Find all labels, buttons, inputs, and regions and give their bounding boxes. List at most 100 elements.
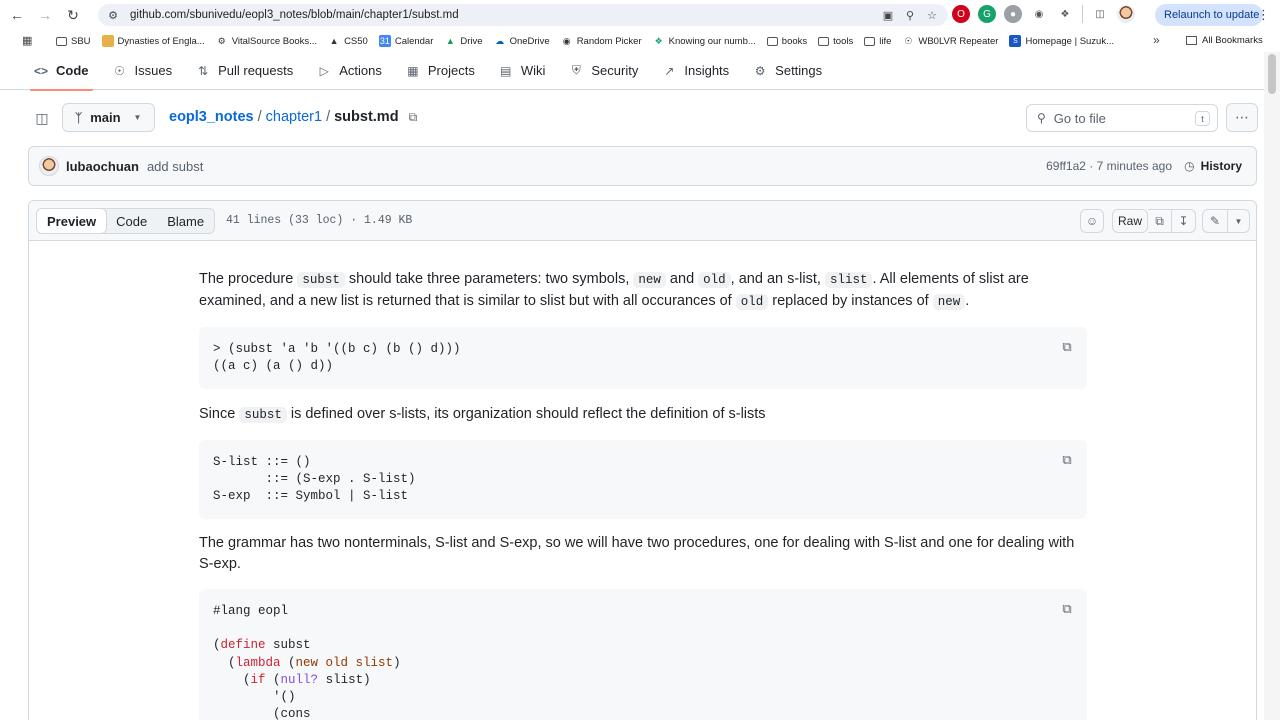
copy-code-icon[interactable]: ⧉ <box>1059 339 1075 355</box>
bookmark-knowing-numbers[interactable]: ❖ Knowing our numb... <box>653 35 756 47</box>
all-bookmarks[interactable]: All Bookmarks <box>1186 35 1263 46</box>
search-icon: ⚲ <box>1037 111 1046 125</box>
bookmark-dynasties[interactable]: Dynasties of Engla... <box>101 35 205 47</box>
tab-projects[interactable]: ▦ Projects <box>406 52 475 90</box>
tab-code[interactable]: <> Code <box>30 52 92 91</box>
inline-code: slist <box>824 272 873 288</box>
tab-code-view[interactable]: Code <box>106 209 157 233</box>
breadcrumb-file: subst.md <box>334 109 399 125</box>
download-icon[interactable]: ↧ <box>1172 209 1196 233</box>
code-icon: <> <box>34 63 49 78</box>
commit-message[interactable]: add subst <box>147 159 203 174</box>
graph-icon: ↗ <box>664 63 675 78</box>
url-text: github.com/sbunivedu/eopl3_notes/blob/ma… <box>130 9 459 21</box>
tab-security[interactable]: ⛨ Security <box>569 52 638 90</box>
camera-extension-icon[interactable]: ◉ <box>1030 5 1048 23</box>
issue-icon: ☉ <box>114 63 125 78</box>
site-info-icon[interactable]: ⚙ <box>106 8 120 22</box>
breadcrumb: eopl3_notes / chapter1 / subst.md ⧉ <box>169 109 417 125</box>
go-to-file-input[interactable]: ⚲ Go to file t <box>1026 104 1218 132</box>
bookmark-onedrive[interactable]: ☁ OneDrive <box>494 35 550 47</box>
view-mode-toggle: Preview Code Blame <box>36 208 216 234</box>
reload-icon[interactable]: ↻ <box>62 4 84 26</box>
copy-raw-icon[interactable]: ⧉ <box>1148 209 1172 233</box>
copilot-button[interactable]: ☺ <box>1080 209 1104 233</box>
onedrive-icon: ☁ <box>495 35 505 46</box>
relaunch-button[interactable]: Relaunch to update <box>1155 4 1263 26</box>
profile-avatar[interactable] <box>1117 5 1135 23</box>
bookmark-star-icon[interactable]: ☆ <box>924 7 940 23</box>
latest-commit: lubaochuan add subst 69ff1a2 · 7 minutes… <box>28 146 1257 186</box>
extension-icon[interactable]: ● <box>1004 5 1022 23</box>
tab-wiki[interactable]: ▤ Wiki <box>499 52 545 90</box>
paragraph-since: Since subst is defined over s-lists, its… <box>199 406 766 423</box>
code-block-subst: #lang eopl (define subst (lambda (new ol… <box>199 589 1087 720</box>
bookmark-cs50[interactable]: ▲ CS50 <box>328 35 368 47</box>
tab-preview[interactable]: Preview <box>37 209 108 233</box>
opera-extension-icon[interactable]: O <box>952 5 970 23</box>
address-bar[interactable]: ⚙ github.com/sbunivedu/eopl3_notes/blob/… <box>98 4 948 26</box>
install-icon[interactable]: ▣ <box>880 7 896 23</box>
zoom-icon[interactable]: ⚲ <box>902 7 918 23</box>
bookmark-vitalsource[interactable]: ⚙ VitalSource Books... <box>216 35 317 47</box>
bookmark-sbu[interactable]: SBU <box>56 36 91 47</box>
shortcut-key: t <box>1195 111 1210 126</box>
bookmark-tools[interactable]: tools <box>818 36 853 47</box>
page-scrollbar[interactable] <box>1264 52 1280 720</box>
bookmark-drive[interactable]: ▲ Drive <box>444 35 483 47</box>
side-panel-icon[interactable]: ◫ <box>1091 5 1109 23</box>
copy-code-icon[interactable]: ⧉ <box>1059 452 1075 468</box>
more-bookmarks-icon[interactable]: » <box>1153 33 1160 47</box>
cs50-icon: ▲ <box>329 36 339 46</box>
suzuki-icon: S <box>1009 35 1022 47</box>
scrollbar-thumb[interactable] <box>1268 54 1276 94</box>
tab-insights[interactable]: ↗ Insights <box>662 52 729 90</box>
browser-toolbar: ← → ↻ ⚙ github.com/sbunivedu/eopl3_notes… <box>0 0 1280 30</box>
bookmark-life[interactable]: life <box>864 36 891 47</box>
commit-meta[interactable]: 69ff1a2 · 7 minutes ago <box>1046 159 1172 173</box>
branch-selector[interactable]: ᛉ main ▼ <box>62 103 155 132</box>
more-options-button[interactable]: ⋯ <box>1226 103 1258 132</box>
play-icon: ▷ <box>319 63 329 78</box>
inline-code: subst <box>239 407 287 423</box>
breadcrumb-repo-link[interactable]: eopl3_notes <box>169 109 254 125</box>
raw-button[interactable]: Raw <box>1112 209 1148 233</box>
history-button[interactable]: ◷ History <box>1184 159 1242 173</box>
vitalsource-icon: ⚙ <box>217 35 226 46</box>
code-block-example: > (subst 'a 'b '((b c) (b () d))) ((a c)… <box>199 327 1087 389</box>
file-viewer: Preview Code Blame 41 lines (33 loc) · 1… <box>28 200 1257 720</box>
tab-actions[interactable]: ▷ Actions <box>317 52 382 90</box>
copy-code-icon[interactable]: ⧉ <box>1059 601 1075 617</box>
folder-icon <box>56 36 67 46</box>
breadcrumb-folder-link[interactable]: chapter1 <box>266 109 322 125</box>
edit-dropdown-icon[interactable]: ▼ <box>1228 209 1250 233</box>
puzzle-icon[interactable]: ❖ <box>1056 5 1074 23</box>
code-text: > (subst 'a 'b '((b c) (b () d))) ((a c)… <box>213 342 461 374</box>
bookmark-repeater[interactable]: ☉ WB0LVR Repeater <box>902 35 998 47</box>
forward-icon[interactable]: → <box>34 4 56 26</box>
tab-blame[interactable]: Blame <box>157 209 214 233</box>
bookmark-books[interactable]: books <box>766 36 807 47</box>
folder-icon <box>766 36 778 46</box>
apps-grid-icon[interactable]: ▦ <box>22 34 32 47</box>
commit-author[interactable]: lubaochuan <box>66 159 139 174</box>
grammarly-extension-icon[interactable]: G <box>978 5 996 23</box>
back-icon[interactable]: ← <box>6 4 28 26</box>
tab-settings[interactable]: ⚙ Settings <box>753 52 822 90</box>
bookmark-calendar[interactable]: 31 Calendar <box>378 35 433 47</box>
file-viewer-header: Preview Code Blame 41 lines (33 loc) · 1… <box>29 201 1256 241</box>
bookmark-random-picker[interactable]: ◉ Random Picker <box>561 35 642 47</box>
tab-issues[interactable]: ☉ Issues <box>113 52 172 90</box>
book-icon: ▤ <box>500 63 512 78</box>
bookmark-suzuki[interactable]: S Homepage | Suzuk... <box>1009 35 1114 47</box>
folder-icon <box>864 36 876 46</box>
edit-icon[interactable]: ✎ <box>1202 209 1228 233</box>
divider <box>1082 5 1083 23</box>
sidebar-toggle-icon[interactable]: ◫ <box>32 108 52 128</box>
copy-path-icon[interactable]: ⧉ <box>409 110 418 125</box>
browser-menu-icon[interactable]: ⋮ <box>1257 7 1270 23</box>
inline-code: old <box>698 272 731 288</box>
avatar[interactable] <box>39 156 59 176</box>
code-block-grammar: S-list ::= () ::= (S-exp . S-list) S-exp… <box>199 440 1087 519</box>
tab-pull-requests[interactable]: ⇅ Pull requests <box>196 52 293 90</box>
